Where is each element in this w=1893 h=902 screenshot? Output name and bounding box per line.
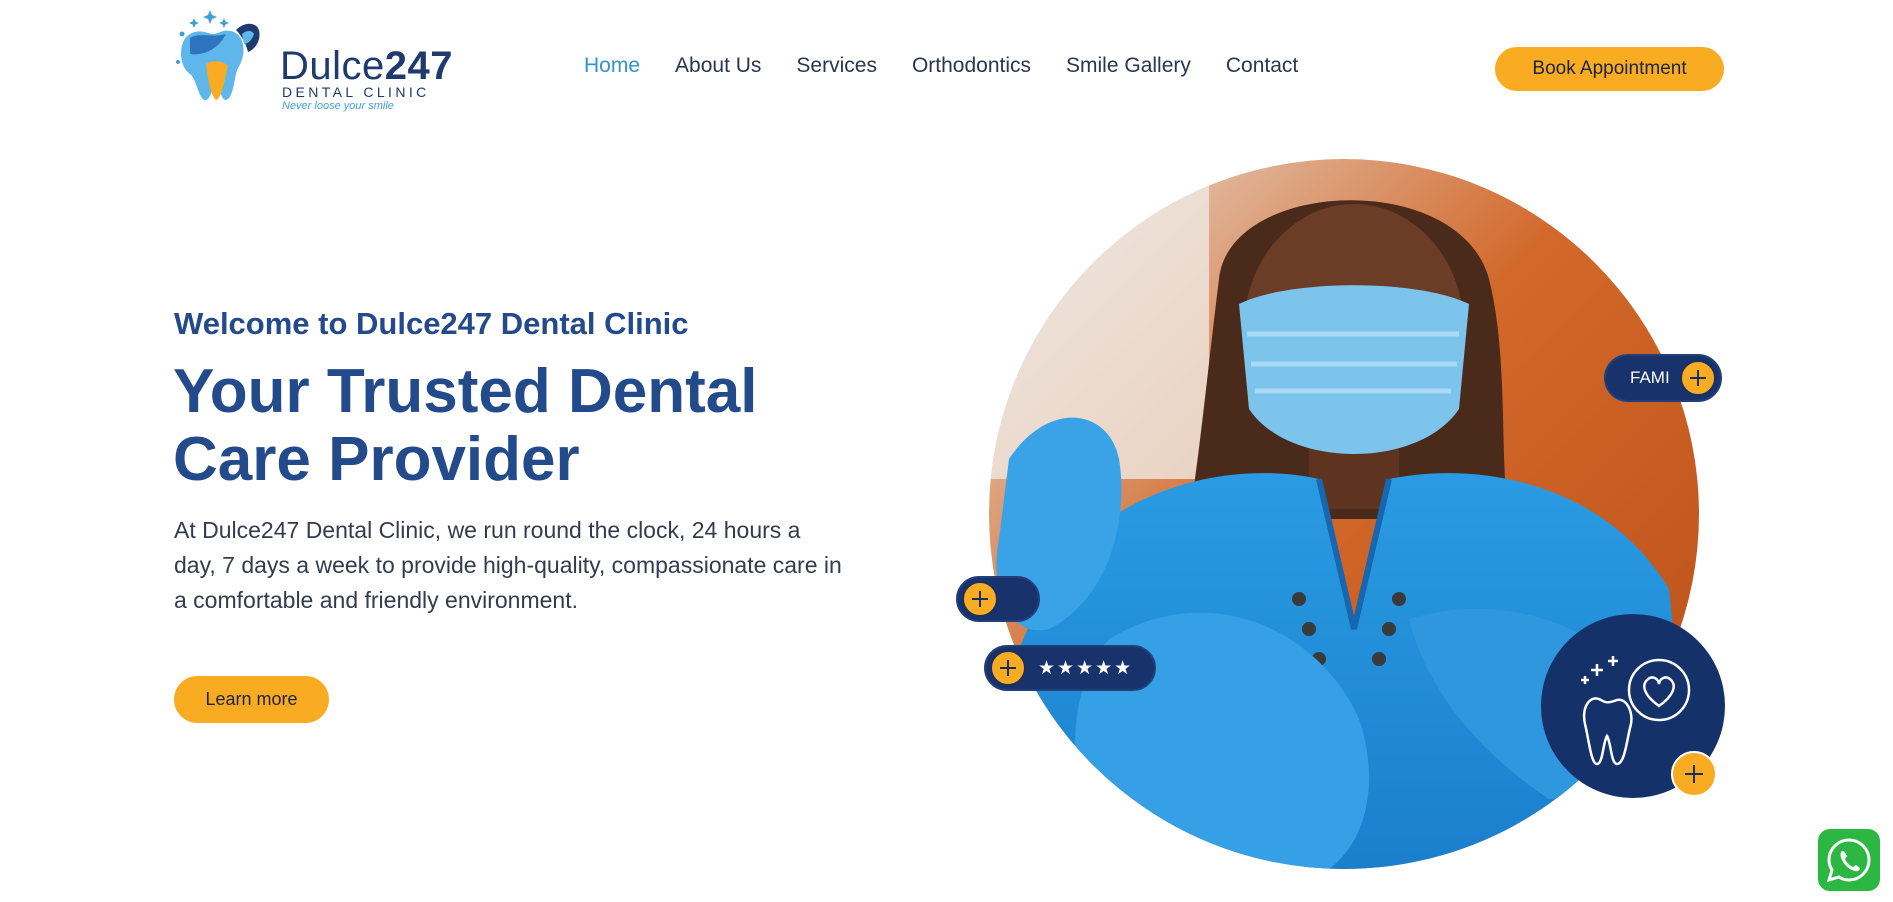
badge-plus-button[interactable] <box>1671 751 1717 797</box>
brand-tagline: Never loose your smile <box>282 100 394 112</box>
nav-item-orthodontics[interactable]: Orthodontics <box>912 54 1031 78</box>
nav-item-home[interactable]: Home <box>584 54 640 78</box>
plus-icon <box>1685 765 1703 783</box>
nav-item-contact[interactable]: Contact <box>1226 54 1298 78</box>
site-logo[interactable]: Dulce247 DENTAL CLINIC Never loose your … <box>172 4 453 112</box>
book-appointment-button[interactable]: Book Appointment <box>1495 47 1724 91</box>
hero-eyebrow: Welcome to Dulce247 Dental Clinic <box>174 306 689 341</box>
plus-icon[interactable] <box>1680 360 1716 396</box>
nav-item-services[interactable]: Services <box>796 54 877 78</box>
nav-item-about-us[interactable]: About Us <box>675 54 761 78</box>
rating-stars: ★★★★★ <box>1038 657 1134 679</box>
plus-icon[interactable] <box>990 650 1026 686</box>
hero-title: Your Trusted Dental Care Provider <box>173 357 758 494</box>
whatsapp-button[interactable] <box>1818 829 1880 891</box>
brand-subtitle: DENTAL CLINIC <box>282 84 430 100</box>
nav-item-smile-gallery[interactable]: Smile Gallery <box>1066 54 1191 78</box>
family-badge-label: FAMI <box>1630 368 1670 387</box>
tooth-logo-icon <box>176 10 260 101</box>
rating-badge[interactable]: ★★★★★ <box>984 645 1156 691</box>
learn-more-button[interactable]: Learn more <box>174 676 329 723</box>
info-pill[interactable] <box>956 576 1040 622</box>
main-nav: Home About Us Services Orthodontics Smil… <box>584 54 1333 78</box>
plus-icon[interactable] <box>962 581 998 617</box>
family-badge[interactable]: FAMI <box>1604 354 1722 402</box>
whatsapp-icon <box>1826 838 1871 883</box>
hero-description: At Dulce247 Dental Clinic, we run round … <box>174 517 842 613</box>
brand-name: Dulce247 <box>280 44 454 88</box>
